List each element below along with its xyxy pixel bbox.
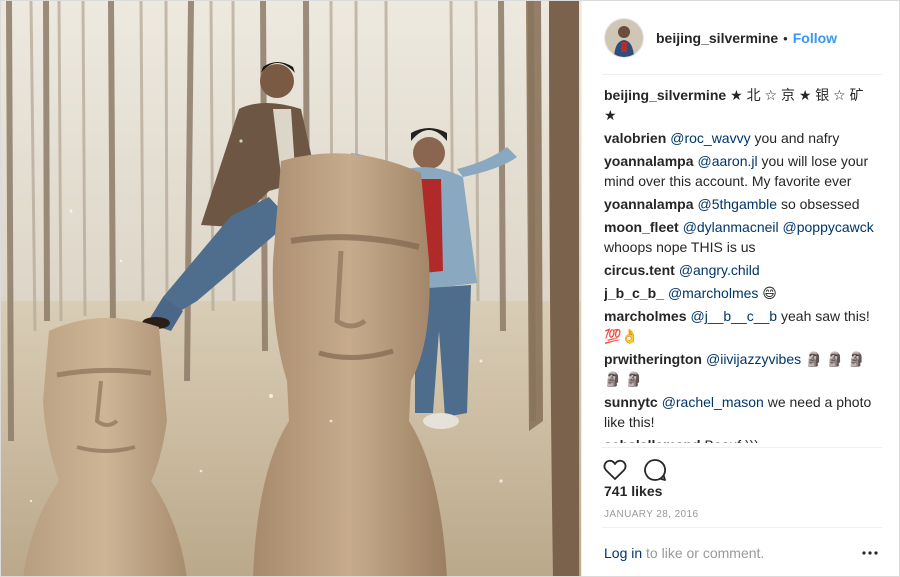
- comment-item: valobrien @roc_wavvy you and nafry: [604, 128, 880, 148]
- mention-link[interactable]: @roc_wavvy: [670, 130, 750, 146]
- comment-item: yoannalampa @5thgamble so obsessed: [604, 194, 880, 214]
- comment-author[interactable]: j_b_c_b_: [604, 285, 664, 301]
- login-link[interactable]: Log in: [604, 545, 642, 561]
- avatar-image: [605, 19, 643, 57]
- mention-link[interactable]: @dylanmacneil: [683, 219, 779, 235]
- post-side-panel: beijing_silvermine • Follow beijing_silv…: [581, 1, 899, 576]
- mention-link[interactable]: @aaron.jl: [697, 153, 757, 169]
- comment-author[interactable]: yoannalampa: [604, 153, 693, 169]
- header-username[interactable]: beijing_silvermine: [656, 30, 778, 46]
- comment-author[interactable]: yoannalampa: [604, 196, 693, 212]
- post-header: beijing_silvermine • Follow: [582, 1, 899, 75]
- photo-illustration: [1, 1, 581, 576]
- comment-item: sebalallemand Beauf ))): [604, 435, 880, 443]
- comment-author[interactable]: moon_fleet: [604, 219, 679, 235]
- comment-item: circus.tent @angry.child: [604, 260, 880, 280]
- comment-item: sunnytc @rachel_mason we need a photo lik…: [604, 392, 880, 432]
- comment-author[interactable]: sunnytc: [604, 394, 658, 410]
- comment-author[interactable]: circus.tent: [604, 262, 675, 278]
- login-prompt: Log in to like or comment.: [602, 545, 764, 561]
- mention-link[interactable]: @5thgamble: [697, 196, 777, 212]
- comment-text: you and nafry: [750, 130, 840, 146]
- caption: beijing_silvermine ★ 北 ☆ 京 ★ 银 ☆ 矿 ★: [604, 85, 880, 125]
- comment-text: whoops nope THIS is us: [604, 239, 756, 255]
- mention-link[interactable]: @j__b__c__b: [690, 308, 777, 324]
- comment-author[interactable]: prwitherington: [604, 351, 702, 367]
- avatar[interactable]: [604, 18, 644, 58]
- likes-count[interactable]: 741 likes: [604, 483, 662, 499]
- heart-outline-icon[interactable]: [602, 457, 628, 483]
- mention-link[interactable]: @rachel_mason: [662, 394, 764, 410]
- mention-link[interactable]: @marcholmes: [668, 285, 758, 301]
- speech-bubble-icon[interactable]: [642, 457, 668, 483]
- mention-link[interactable]: @iivijazzyvibes: [706, 351, 801, 367]
- post-date: January 28, 2016: [604, 509, 699, 520]
- mention-link[interactable]: @poppycawck: [783, 219, 874, 235]
- post-footer: Log in to like or comment.: [602, 527, 882, 576]
- follow-button[interactable]: Follow: [793, 30, 837, 46]
- comment-text: Beauf ))): [705, 437, 759, 443]
- comment-author[interactable]: beijing_silvermine: [604, 87, 726, 103]
- comment-item: prwitherington @iivijazzyvibes 🗿 🗿 🗿 🗿 🗿: [604, 349, 880, 389]
- header-separator: •: [783, 30, 788, 46]
- comment-item: j_b_c_b_ @marcholmes 😄: [604, 283, 880, 303]
- instagram-post: beijing_silvermine • Follow beijing_silv…: [0, 0, 900, 577]
- mention-link[interactable]: @angry.child: [679, 262, 760, 278]
- login-prompt-text: to like or comment.: [646, 545, 765, 561]
- comment-author[interactable]: sebalallemand: [604, 437, 701, 443]
- action-bar: [602, 447, 882, 483]
- comment-item: yoannalampa @aaron.jl you will lose your …: [604, 151, 880, 191]
- post-photo[interactable]: [1, 1, 581, 576]
- ellipsis-icon[interactable]: [858, 541, 882, 565]
- comment-author[interactable]: valobrien: [604, 130, 666, 146]
- comment-author[interactable]: marcholmes: [604, 308, 686, 324]
- comments-list[interactable]: beijing_silvermine ★ 北 ☆ 京 ★ 银 ☆ 矿 ★ valob…: [604, 85, 880, 443]
- comment-item: marcholmes @j__b__c__b yeah saw this! 💯👌: [604, 306, 880, 346]
- comment-text: so obsessed: [777, 196, 860, 212]
- comment-item: moon_fleet @dylanmacneil @poppycawck whoo…: [604, 217, 880, 257]
- comment-text: 😄: [758, 285, 777, 301]
